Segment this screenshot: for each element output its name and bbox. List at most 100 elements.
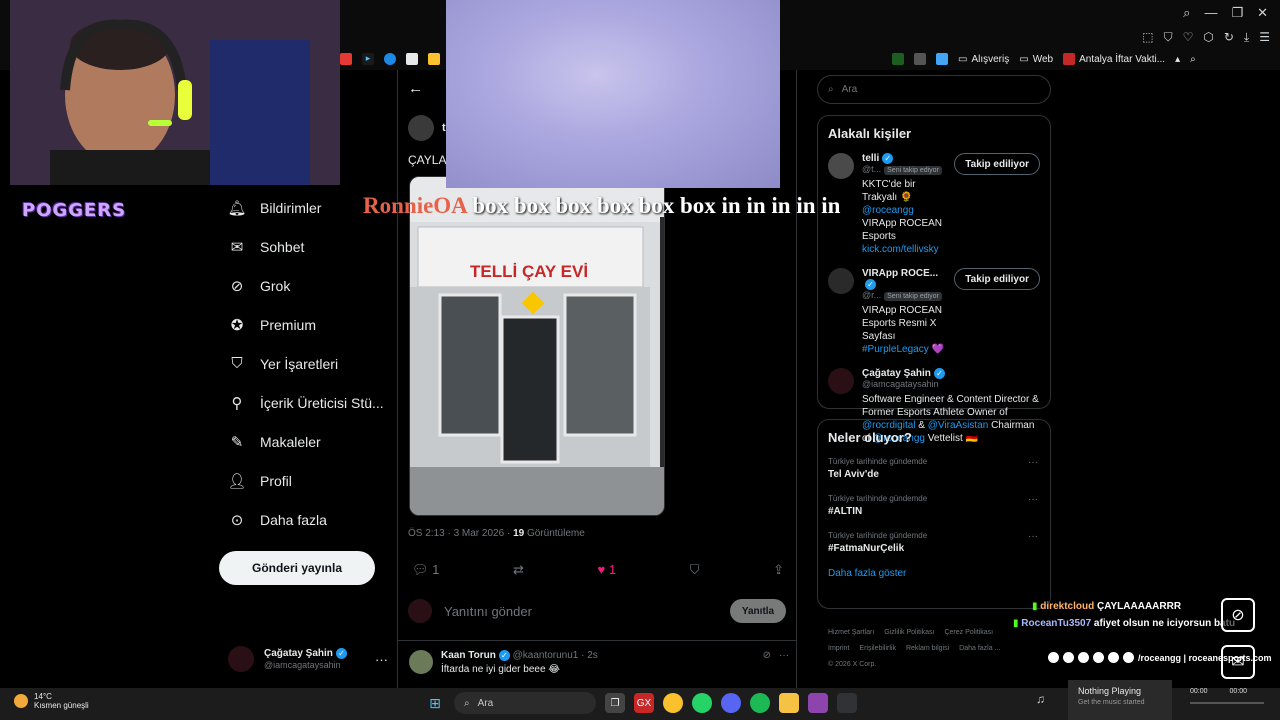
opera-gx-icon[interactable]: GX xyxy=(634,693,654,713)
trend-item[interactable]: Türkiye tarihinde gündemde #ALTIN ··· xyxy=(828,494,1040,517)
folder-icon[interactable] xyxy=(779,693,799,713)
bookmark-favicon-icon[interactable] xyxy=(340,53,352,65)
more-dots-icon[interactable]: ··· xyxy=(779,650,789,675)
globe-icon[interactable] xyxy=(384,53,396,65)
verified-icon: ✓ xyxy=(933,368,945,380)
site-icon xyxy=(1063,53,1076,65)
like-action[interactable]: ♥ 1 xyxy=(598,562,617,578)
reply-button[interactable]: Yanıtla xyxy=(730,599,786,623)
trend-item[interactable]: Türkiye tarihinde gündemde Tel Aviv'de ·… xyxy=(828,457,1040,480)
chrome-icon[interactable] xyxy=(663,693,683,713)
heart-icon[interactable]: ♡ xyxy=(1183,30,1194,45)
avatar xyxy=(828,153,854,179)
creator-icon: ⚲ xyxy=(231,394,243,412)
grok-compose-icon[interactable]: ⊘ xyxy=(1221,598,1255,632)
nav-premium[interactable]: ✪ Premium xyxy=(220,305,395,344)
weather-icon xyxy=(14,694,28,708)
bookmark-folder-web[interactable]: ▭ Web xyxy=(1019,54,1053,65)
bookmark-folder-alisveris[interactable]: ▭ Alışveriş xyxy=(958,54,1009,65)
grok-icon: ⊘ xyxy=(230,277,244,295)
reply-tweet[interactable]: Kaan Torun ✓ @kaantorunu1 · 2s İftarda ne… xyxy=(409,650,789,675)
verified-icon: ✓ xyxy=(335,648,347,660)
show-more-link[interactable]: Daha fazla göster xyxy=(828,568,1040,579)
music-progress: 00:00 00:00 xyxy=(1190,688,1248,695)
shield-icon[interactable]: ⛉ xyxy=(1164,30,1173,45)
shop-sign-text: TELLİ ÇAY EVİ xyxy=(470,262,588,281)
back-arrow-icon[interactable]: ← xyxy=(408,80,423,97)
nav-chat[interactable]: ✉︎ Sohbet xyxy=(220,227,395,266)
nav-more[interactable]: ⊙ Daha fazla xyxy=(220,500,395,539)
extensions-row: ⬚ ⛉ ♡ ⬡ ↻ ⤓ ☰ xyxy=(1142,30,1270,45)
discord-icon[interactable] xyxy=(721,693,741,713)
settings-icon[interactable]: ☰ xyxy=(1259,30,1270,45)
grok-icon[interactable]: ⊘ xyxy=(763,650,771,675)
music-app-icon[interactable]: ♫ xyxy=(1036,692,1045,706)
weather-widget[interactable]: 14°C Kısmen güneşli xyxy=(14,692,89,710)
account-switcher[interactable]: Çağatay Şahin ✓ @iamcagataysahin ··· xyxy=(228,643,388,675)
avatar xyxy=(409,650,433,674)
folder-icon: ▭ xyxy=(1019,53,1029,65)
search-icon[interactable]: ⌕ xyxy=(1190,54,1196,65)
reply-action[interactable]: 💬︎ 1 xyxy=(412,562,439,578)
reply-composer: Yanıtını gönder Yanıtla xyxy=(408,596,786,626)
star-icon[interactable] xyxy=(428,53,440,65)
reply-input[interactable]: Yanıtını gönder xyxy=(444,604,532,619)
twitch-icon[interactable] xyxy=(808,693,828,713)
spotify-icon[interactable] xyxy=(750,693,770,713)
nav-articles[interactable]: ✎ Makaleler xyxy=(220,422,395,461)
premium-icon: ✪ xyxy=(230,316,244,334)
app-icon[interactable] xyxy=(837,693,857,713)
screenshot-icon[interactable]: ⬚ xyxy=(1142,30,1153,45)
doc-icon[interactable] xyxy=(406,53,418,65)
related-person[interactable]: telli ✓ @t... Seni takip ediyor KKTC'de bi… xyxy=(828,153,1040,256)
music-progress-bar[interactable] xyxy=(1190,702,1264,704)
post-image[interactable]: TELLİ ÇAY EVİ xyxy=(409,176,665,516)
more-dots-icon[interactable]: ··· xyxy=(1028,531,1038,542)
shield-green-icon[interactable] xyxy=(870,53,882,65)
now-playing-widget[interactable]: Nothing Playing Get the music started xyxy=(1068,680,1172,720)
nav-profile[interactable]: 👤︎ Profil xyxy=(220,461,395,500)
chat-message: ▮ RoceanTu3507 afiyet olsun ne iciyorsun… xyxy=(1013,618,1236,629)
bookmark-icon[interactable]: ⛉ xyxy=(690,562,700,578)
post-actions: 💬︎ 1 ⇄ ♥ 1 ⛉ ⇪ xyxy=(412,562,784,578)
search-input[interactable]: ⌕ Ara xyxy=(817,75,1051,104)
task-view-icon[interactable]: ❐ xyxy=(605,693,625,713)
reply-text: İftarda ne iyi gider beee 😂 xyxy=(441,664,560,676)
refresh-icon[interactable]: ↻ xyxy=(1224,30,1234,45)
more-dots-icon[interactable]: ··· xyxy=(1028,457,1038,468)
download-icon[interactable]: ⤓ xyxy=(1244,30,1249,45)
following-button[interactable]: Takip ediliyor xyxy=(954,268,1040,291)
following-button[interactable]: Takip ediliyor xyxy=(954,153,1040,175)
bookmark-favicon-icon[interactable] xyxy=(914,53,926,65)
nav-creator-studio[interactable]: ⚲ İçerik Üreticisi Stü... xyxy=(220,383,395,422)
nav-bookmarks[interactable]: ⛉ Yer İşaretleri xyxy=(220,344,395,383)
follows-you-badge: Seni takip ediyor xyxy=(884,292,942,302)
bookmark-iftar[interactable]: Antalya İftar Vakti... xyxy=(1063,53,1165,65)
search-icon[interactable]: ⌕ xyxy=(1183,5,1190,21)
minimize-icon[interactable]: — xyxy=(1204,5,1217,21)
repost-icon[interactable]: ⇄ xyxy=(513,562,524,578)
nav-grok[interactable]: ⊘ Grok xyxy=(220,266,395,305)
profile-icon: 👤︎ xyxy=(227,472,247,490)
follows-you-badge: Seni takip ediyor xyxy=(884,166,942,176)
restore-icon[interactable]: ❐ xyxy=(1231,5,1243,21)
sparkle-icon[interactable] xyxy=(936,53,948,65)
social-icon xyxy=(1123,652,1134,663)
more-dots-icon[interactable]: ··· xyxy=(375,652,388,667)
windows-start-icon[interactable]: ⊞ xyxy=(425,693,445,713)
cube-icon[interactable]: ⬡ xyxy=(1203,30,1213,45)
more-bookmarks-icon[interactable]: ▴ xyxy=(1175,54,1180,65)
trend-item[interactable]: Türkiye tarihinde gündemde #FatmaNurÇeli… xyxy=(828,531,1040,554)
whatsapp-icon[interactable] xyxy=(692,693,712,713)
post-button[interactable]: Gönderi yayınla xyxy=(219,551,375,585)
share-icon[interactable]: ⇪ xyxy=(773,562,784,578)
divider xyxy=(796,70,797,720)
taskbar-search[interactable]: ⌕ Ara xyxy=(454,692,596,714)
avatar xyxy=(828,268,854,295)
play-icon[interactable]: ▸ xyxy=(362,53,374,65)
close-icon[interactable]: ✕ xyxy=(1257,5,1268,21)
related-person[interactable]: VIRApp ROCE...✓ @r... Seni takip ediyor V… xyxy=(828,268,1040,356)
bookmark-favicon-icon[interactable] xyxy=(892,53,904,65)
more-dots-icon[interactable]: ··· xyxy=(1028,494,1038,505)
panel-title: Alakalı kişiler xyxy=(828,126,912,141)
